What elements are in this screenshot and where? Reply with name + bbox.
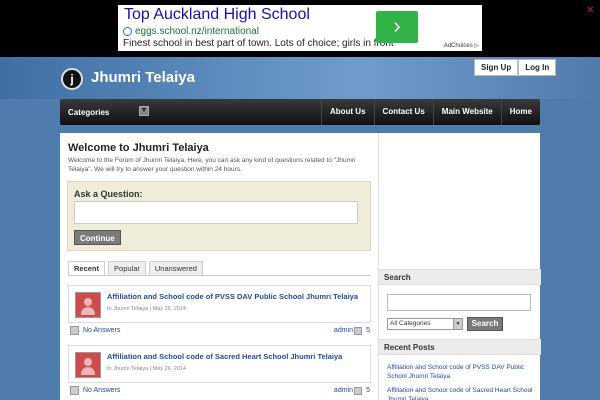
answers-link[interactable]: No Answers — [83, 387, 120, 394]
post-card: Affiliation and School code of Sacred He… — [68, 345, 371, 383]
close-icon[interactable]: ✕ — [586, 6, 595, 16]
post-meta: In Jhumri Telaiya | May 26, 2014 — [107, 366, 186, 372]
page-title: Welcome to Jhumri Telaiya — [68, 142, 209, 154]
post-author[interactable]: admin — [334, 387, 353, 394]
ad-url-text[interactable]: eggs.school.nz/international — [135, 26, 259, 37]
tab-recent[interactable]: Recent — [68, 261, 106, 275]
question-input[interactable] — [74, 201, 358, 224]
recent-post-link[interactable]: Affiliation and School code of Sacred He… — [387, 387, 535, 400]
divider — [68, 275, 371, 276]
nav-main-website[interactable]: Main Website — [432, 99, 501, 125]
avatar[interactable] — [75, 292, 101, 318]
list-item: Affiliation and School code of Sacred He… — [68, 345, 371, 400]
tab-popular[interactable]: Popular — [108, 261, 146, 275]
ask-label: Ask a Question: — [74, 189, 143, 199]
sign-up-button[interactable]: Sign Up — [474, 59, 519, 76]
main-nav: Categories ▼ About Us Contact Us Main We… — [60, 99, 540, 125]
avatar[interactable] — [75, 352, 101, 378]
search-input[interactable] — [387, 294, 531, 311]
answers-icon — [70, 386, 79, 395]
category-select[interactable]: All Categories ▼ — [387, 318, 463, 330]
nav-links: About Us Contact Us Main Website Home — [320, 99, 540, 125]
globe-icon — [123, 27, 132, 36]
list-item: Affiliation and School code of PVSS DAV … — [68, 285, 371, 341]
recent-posts-title: Recent Posts — [379, 339, 541, 355]
site-title[interactable]: Jhumri Telaiya — [91, 69, 195, 86]
adchoices-label[interactable]: AdChoices ▷ — [444, 42, 479, 49]
post-count: 5 — [366, 387, 370, 394]
ask-question-box: Ask a Question: Continue — [67, 181, 371, 251]
ad-banner[interactable]: Top Auckland High School eggs.school.nz/… — [118, 5, 482, 51]
post-footer: No Answers admin 5 — [68, 325, 371, 337]
nav-contact-us[interactable]: Contact Us — [373, 99, 433, 125]
ad-bar: Top Auckland High School eggs.school.nz/… — [0, 0, 600, 57]
answers-link[interactable]: No Answers — [83, 327, 120, 334]
chevron-down-icon[interactable]: ▼ — [139, 106, 149, 116]
welcome-text: Welcome to the Forum of Jhumri Telaiya. … — [68, 157, 356, 173]
content-area: Welcome to Jhumri Telaiya Welcome to the… — [60, 133, 541, 400]
continue-button[interactable]: Continue — [74, 230, 121, 245]
categories-menu[interactable]: Categories — [68, 108, 109, 117]
ad-description: Finest school in best part of town. Lots… — [123, 38, 394, 49]
search-widget-title: Search — [379, 269, 541, 285]
ad-open-button[interactable]: › — [376, 11, 418, 43]
post-tabs: Recent Popular Unanswered — [68, 261, 203, 275]
tab-unanswered[interactable]: Unanswered — [148, 261, 203, 275]
views-icon — [354, 327, 362, 335]
post-title[interactable]: Affiliation and School code of Sacred He… — [107, 352, 342, 361]
post-footer: No Answers admin 5 — [68, 385, 371, 397]
site-header: j Jhumri Telaiya Sign Up Log In — [0, 57, 600, 99]
nav-about-us[interactable]: About Us — [320, 99, 374, 125]
search-button[interactable]: Search — [467, 317, 503, 331]
nav-home[interactable]: Home — [500, 99, 540, 125]
answers-icon — [70, 326, 79, 335]
post-card: Affiliation and School code of PVSS DAV … — [68, 285, 371, 323]
auth-buttons: Sign Up Log In — [474, 59, 557, 76]
log-in-button[interactable]: Log In — [518, 59, 557, 76]
post-meta: In Jhumri Telaiya | May 26, 2014 — [107, 306, 186, 312]
post-count: 5 — [366, 327, 370, 334]
recent-post-link[interactable]: Affiliation and School code of PVSS DAV … — [387, 364, 535, 381]
ad-url[interactable]: eggs.school.nz/international — [123, 26, 259, 37]
post-title[interactable]: Affiliation and School code of PVSS DAV … — [107, 292, 358, 301]
views-icon — [354, 387, 362, 395]
site-logo[interactable]: j — [61, 68, 83, 90]
main-column: Welcome to Jhumri Telaiya Welcome to the… — [60, 133, 378, 400]
chevron-down-icon[interactable]: ▼ — [453, 319, 462, 329]
sidebar: Search All Categories ▼ Search Recent Po… — [378, 133, 541, 400]
post-author[interactable]: admin — [334, 327, 353, 334]
ad-title[interactable]: Top Auckland High School — [124, 6, 310, 24]
category-select-value: All Categories — [390, 320, 431, 327]
